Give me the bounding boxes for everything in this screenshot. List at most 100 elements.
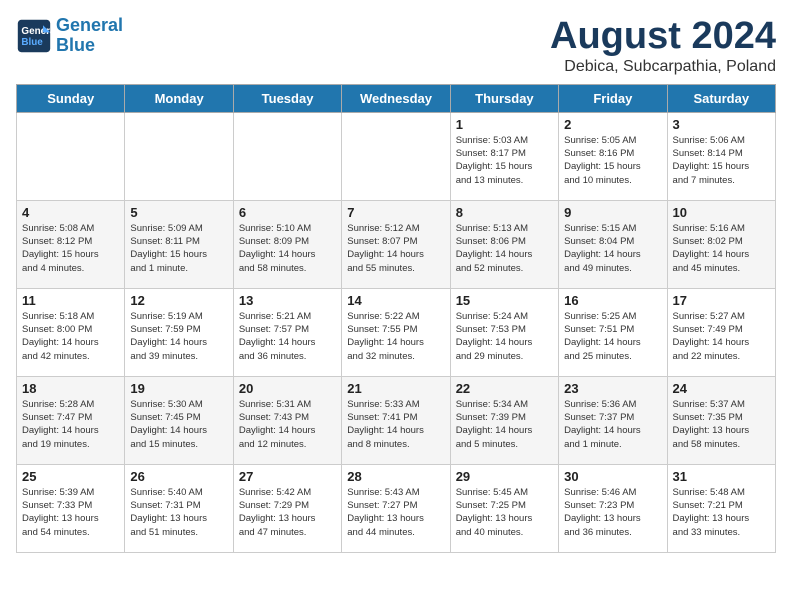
- day-info: Sunrise: 5:21 AM Sunset: 7:57 PM Dayligh…: [239, 310, 336, 363]
- day-number: 14: [347, 293, 444, 308]
- day-number: 21: [347, 381, 444, 396]
- calendar-cell: 24Sunrise: 5:37 AM Sunset: 7:35 PM Dayli…: [667, 376, 775, 464]
- calendar-cell: 22 Sunrise: 5:34 AM Sunset: 7:39 PM Dayli…: [450, 376, 558, 464]
- day-number: 12: [130, 293, 227, 308]
- day-number: 5: [130, 205, 227, 220]
- day-number: 16: [564, 293, 661, 308]
- header: General Blue General Blue August 2024 De…: [16, 16, 776, 76]
- day-info: Sunrise: 5:27 AM Sunset: 7:49 PM Dayligh…: [673, 310, 770, 363]
- day-header-thursday: Thursday: [450, 84, 558, 112]
- logo-text: General Blue: [56, 16, 123, 56]
- day-info: Sunrise: 5:31 AM Sunset: 7:43 PM Dayligh…: [239, 398, 336, 451]
- calendar-cell: 13 Sunrise: 5:21 AM Sunset: 7:57 PM Dayli…: [233, 288, 341, 376]
- calendar-cell: 9Sunrise: 5:15 AM Sunset: 8:04 PM Daylig…: [559, 200, 667, 288]
- calendar-cell: 18 Sunrise: 5:28 AM Sunset: 7:47 PM Dayli…: [17, 376, 125, 464]
- day-number: 15: [456, 293, 553, 308]
- calendar-cell: 21 Sunrise: 5:33 AM Sunset: 7:41 PM Dayli…: [342, 376, 450, 464]
- day-info: Sunrise: 5:43 AM Sunset: 7:27 PM Dayligh…: [347, 486, 444, 539]
- day-info: Sunrise: 5:10 AM Sunset: 8:09 PM Dayligh…: [239, 222, 336, 275]
- day-info: Sunrise: 5:48 AM Sunset: 7:21 PM Dayligh…: [673, 486, 770, 539]
- day-number: 9: [564, 205, 661, 220]
- calendar-week-2: 11 Sunrise: 5:18 AM Sunset: 8:00 PM Dayli…: [17, 288, 776, 376]
- day-header-friday: Friday: [559, 84, 667, 112]
- title-area: August 2024 Debica, Subcarpathia, Poland: [550, 16, 776, 76]
- calendar-cell: 28Sunrise: 5:43 AM Sunset: 7:27 PM Dayli…: [342, 464, 450, 552]
- calendar-cell: 15 Sunrise: 5:24 AM Sunset: 7:53 PM Dayli…: [450, 288, 558, 376]
- day-info: Sunrise: 5:18 AM Sunset: 8:00 PM Dayligh…: [22, 310, 119, 363]
- calendar-header-row: SundayMondayTuesdayWednesdayThursdayFrid…: [17, 84, 776, 112]
- day-number: 6: [239, 205, 336, 220]
- calendar-cell: 16 Sunrise: 5:25 AM Sunset: 7:51 PM Dayli…: [559, 288, 667, 376]
- calendar-cell: 2 Sunrise: 5:05 AM Sunset: 8:16 PM Daylig…: [559, 112, 667, 200]
- day-number: 13: [239, 293, 336, 308]
- day-header-monday: Monday: [125, 84, 233, 112]
- calendar-cell: 31Sunrise: 5:48 AM Sunset: 7:21 PM Dayli…: [667, 464, 775, 552]
- day-header-tuesday: Tuesday: [233, 84, 341, 112]
- day-info: Sunrise: 5:03 AM Sunset: 8:17 PM Dayligh…: [456, 134, 553, 187]
- day-number: 19: [130, 381, 227, 396]
- calendar-cell: 27 Sunrise: 5:42 AM Sunset: 7:29 PM Dayli…: [233, 464, 341, 552]
- day-info: Sunrise: 5:24 AM Sunset: 7:53 PM Dayligh…: [456, 310, 553, 363]
- calendar-cell: 14Sunrise: 5:22 AM Sunset: 7:55 PM Dayli…: [342, 288, 450, 376]
- calendar-title: August 2024: [550, 16, 776, 58]
- day-info: Sunrise: 5:13 AM Sunset: 8:06 PM Dayligh…: [456, 222, 553, 275]
- day-info: Sunrise: 5:19 AM Sunset: 7:59 PM Dayligh…: [130, 310, 227, 363]
- day-header-wednesday: Wednesday: [342, 84, 450, 112]
- day-number: 11: [22, 293, 119, 308]
- calendar-cell: 10Sunrise: 5:16 AM Sunset: 8:02 PM Dayli…: [667, 200, 775, 288]
- calendar-body: 1 Sunrise: 5:03 AM Sunset: 8:17 PM Daylig…: [17, 112, 776, 552]
- calendar-cell: 17 Sunrise: 5:27 AM Sunset: 7:49 PM Dayli…: [667, 288, 775, 376]
- day-number: 18: [22, 381, 119, 396]
- calendar-week-3: 18 Sunrise: 5:28 AM Sunset: 7:47 PM Dayli…: [17, 376, 776, 464]
- calendar-cell: 26Sunrise: 5:40 AM Sunset: 7:31 PM Dayli…: [125, 464, 233, 552]
- day-number: 8: [456, 205, 553, 220]
- day-info: Sunrise: 5:39 AM Sunset: 7:33 PM Dayligh…: [22, 486, 119, 539]
- day-number: 23: [564, 381, 661, 396]
- day-number: 22: [456, 381, 553, 396]
- day-number: 2: [564, 117, 661, 132]
- calendar-cell: 4Sunrise: 5:08 AM Sunset: 8:12 PM Daylig…: [17, 200, 125, 288]
- calendar-cell: 8 Sunrise: 5:13 AM Sunset: 8:06 PM Daylig…: [450, 200, 558, 288]
- calendar-table: SundayMondayTuesdayWednesdayThursdayFrid…: [16, 84, 776, 553]
- calendar-week-4: 25Sunrise: 5:39 AM Sunset: 7:33 PM Dayli…: [17, 464, 776, 552]
- day-info: Sunrise: 5:34 AM Sunset: 7:39 PM Dayligh…: [456, 398, 553, 451]
- day-info: Sunrise: 5:12 AM Sunset: 8:07 PM Dayligh…: [347, 222, 444, 275]
- calendar-cell: 3Sunrise: 5:06 AM Sunset: 8:14 PM Daylig…: [667, 112, 775, 200]
- calendar-cell: 12 Sunrise: 5:19 AM Sunset: 7:59 PM Dayli…: [125, 288, 233, 376]
- day-number: 1: [456, 117, 553, 132]
- day-info: Sunrise: 5:42 AM Sunset: 7:29 PM Dayligh…: [239, 486, 336, 539]
- day-number: 20: [239, 381, 336, 396]
- day-info: Sunrise: 5:33 AM Sunset: 7:41 PM Dayligh…: [347, 398, 444, 451]
- calendar-cell: [17, 112, 125, 200]
- day-header-saturday: Saturday: [667, 84, 775, 112]
- day-info: Sunrise: 5:25 AM Sunset: 7:51 PM Dayligh…: [564, 310, 661, 363]
- calendar-cell: 7 Sunrise: 5:12 AM Sunset: 8:07 PM Daylig…: [342, 200, 450, 288]
- day-number: 10: [673, 205, 770, 220]
- calendar-cell: 25Sunrise: 5:39 AM Sunset: 7:33 PM Dayli…: [17, 464, 125, 552]
- calendar-cell: 5 Sunrise: 5:09 AM Sunset: 8:11 PM Daylig…: [125, 200, 233, 288]
- day-info: Sunrise: 5:08 AM Sunset: 8:12 PM Dayligh…: [22, 222, 119, 275]
- calendar-cell: 19 Sunrise: 5:30 AM Sunset: 7:45 PM Dayli…: [125, 376, 233, 464]
- day-info: Sunrise: 5:09 AM Sunset: 8:11 PM Dayligh…: [130, 222, 227, 275]
- logo-icon: General Blue: [16, 18, 52, 54]
- day-info: Sunrise: 5:40 AM Sunset: 7:31 PM Dayligh…: [130, 486, 227, 539]
- day-info: Sunrise: 5:05 AM Sunset: 8:16 PM Dayligh…: [564, 134, 661, 187]
- calendar-subtitle: Debica, Subcarpathia, Poland: [550, 58, 776, 76]
- day-header-sunday: Sunday: [17, 84, 125, 112]
- calendar-cell: 1 Sunrise: 5:03 AM Sunset: 8:17 PM Daylig…: [450, 112, 558, 200]
- calendar-cell: [342, 112, 450, 200]
- calendar-cell: 23Sunrise: 5:36 AM Sunset: 7:37 PM Dayli…: [559, 376, 667, 464]
- day-info: Sunrise: 5:28 AM Sunset: 7:47 PM Dayligh…: [22, 398, 119, 451]
- day-info: Sunrise: 5:30 AM Sunset: 7:45 PM Dayligh…: [130, 398, 227, 451]
- day-number: 27: [239, 469, 336, 484]
- day-info: Sunrise: 5:06 AM Sunset: 8:14 PM Dayligh…: [673, 134, 770, 187]
- day-number: 24: [673, 381, 770, 396]
- logo: General Blue General Blue: [16, 16, 123, 56]
- calendar-week-1: 4Sunrise: 5:08 AM Sunset: 8:12 PM Daylig…: [17, 200, 776, 288]
- day-info: Sunrise: 5:46 AM Sunset: 7:23 PM Dayligh…: [564, 486, 661, 539]
- day-info: Sunrise: 5:45 AM Sunset: 7:25 PM Dayligh…: [456, 486, 553, 539]
- day-number: 7: [347, 205, 444, 220]
- day-number: 17: [673, 293, 770, 308]
- day-number: 30: [564, 469, 661, 484]
- day-number: 29: [456, 469, 553, 484]
